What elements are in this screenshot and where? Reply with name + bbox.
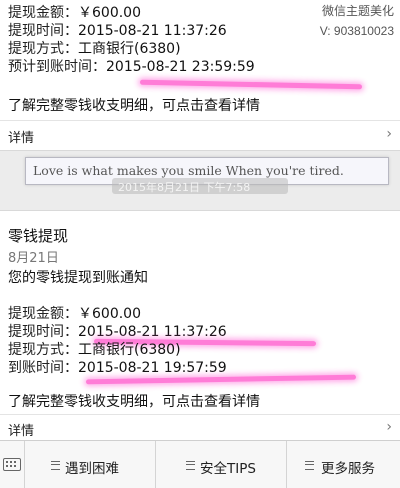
time-value: 2015-08-21 11:37:26: [78, 23, 227, 39]
details-label: 详情: [8, 424, 35, 439]
menu-icon: [305, 461, 314, 470]
menu-item-label: 更多服务: [321, 461, 375, 477]
expected-arrival-row: 预计到账时间：2015-08-21 23:59:59: [8, 56, 255, 76]
expected-arrival-label: 预计到账时间：: [8, 59, 106, 75]
amount-label: 提现金额：: [8, 306, 78, 322]
arrival-value: 2015-08-21 19:57:59: [78, 360, 227, 376]
amount-row: 提现金额：￥600.00: [8, 2, 141, 22]
method-row: 提现方式：工商银行(6380): [8, 339, 181, 359]
time-row: 提现时间：2015-08-21 11:37:26: [8, 321, 227, 341]
amount-label: 提现金额：: [8, 5, 78, 21]
details-link-bottom[interactable]: 详情 ›: [0, 417, 400, 439]
timestamp-text: 2015年8月21日 下午7:58: [118, 181, 251, 194]
card-notice: 您的零钱提现到账通知: [8, 270, 148, 286]
time-row: 提现时间：2015-08-21 11:37:26: [8, 20, 227, 40]
watermark-title: 微信主题美化: [321, 4, 394, 18]
withdraw-card-top: 提现金额：￥600.00 提现时间：2015-08-21 11:37:26 提现…: [0, 0, 400, 151]
menu-item-label: 遇到困难: [65, 461, 119, 477]
method-label: 提现方式：: [8, 342, 78, 358]
time-label: 提现时间：: [8, 324, 78, 340]
chevron-right-icon: ›: [386, 126, 392, 142]
arrival-row: 到账时间：2015-08-21 19:57:59: [8, 357, 227, 377]
highlight-underline: [139, 79, 363, 90]
watermark-contact: V: 903810023: [319, 24, 394, 38]
method-value: 工商银行(6380): [78, 342, 181, 358]
card-date: 8月21日: [8, 251, 59, 266]
method-value: 工商银行(6380): [78, 41, 181, 57]
menu-icon: [51, 461, 60, 470]
divider: [0, 414, 400, 415]
arrival-label: 到账时间：: [8, 360, 78, 376]
keyboard-toggle-button[interactable]: [0, 441, 25, 488]
menu-icon: [186, 461, 195, 470]
bottom-menu-bar: 遇到困难 安全TIPS 更多服务: [0, 440, 400, 488]
amount-value: ￥600.00: [78, 5, 141, 21]
method-label: 提现方式：: [8, 41, 78, 57]
divider: [0, 120, 400, 121]
summary-text: 了解完整零钱收支明细，可点击查看详情: [8, 98, 260, 114]
menu-item-security-tips[interactable]: 安全TIPS: [156, 441, 287, 488]
amount-row: 提现金额：￥600.00: [8, 303, 141, 323]
time-label: 提现时间：: [8, 23, 78, 39]
menu-item-label: 安全TIPS: [200, 461, 256, 477]
details-label: 详情: [8, 131, 35, 146]
card-title: 零钱提现: [8, 227, 69, 245]
withdraw-card-bottom: 零钱提现 8月21日 您的零钱提现到账通知 提现金额：￥600.00 提现时间：…: [0, 210, 400, 442]
summary-text: 了解完整零钱收支明细，可点击查看详情: [8, 394, 260, 410]
keyboard-icon: [3, 458, 21, 471]
time-value: 2015-08-21 11:37:26: [78, 324, 227, 340]
timestamp-pill: 2015年8月21日 下午7:58: [112, 178, 288, 194]
menu-item-help[interactable]: 遇到困难: [25, 441, 156, 488]
chevron-right-icon: ›: [386, 419, 392, 435]
menu-item-more-services[interactable]: 更多服务: [287, 441, 400, 488]
expected-arrival-value: 2015-08-21 23:59:59: [106, 59, 255, 75]
method-row: 提现方式：工商银行(6380): [8, 38, 181, 58]
details-link-top[interactable]: 详情 ›: [0, 124, 400, 146]
amount-value: ￥600.00: [78, 306, 141, 322]
signature-text: Love is what makes you smile When you're…: [33, 163, 344, 178]
